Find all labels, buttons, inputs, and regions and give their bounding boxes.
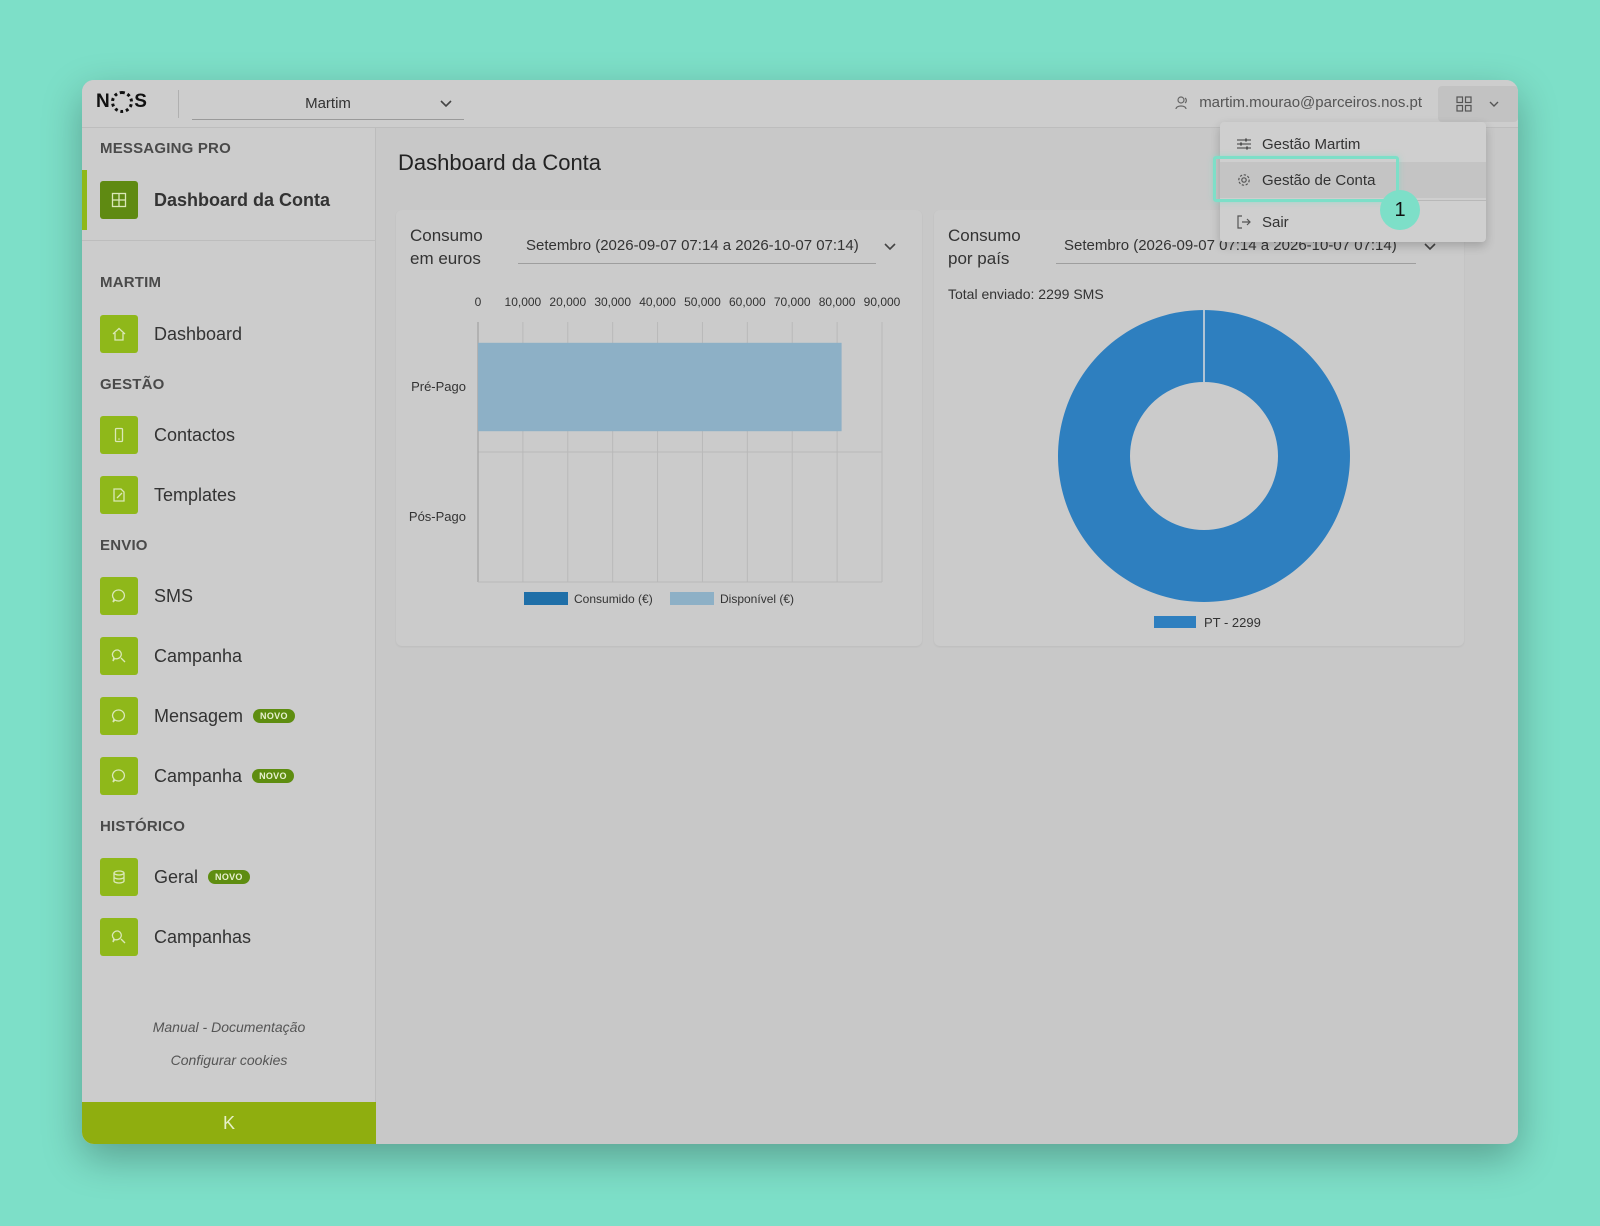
x-tick-label: 30,000 [594, 295, 631, 309]
period-select-value: Setembro (2026-09-07 07:14 a 2026-10-07 … [526, 237, 859, 254]
chevron-down-icon [1489, 101, 1499, 107]
section-messaging-pro: MESSAGING PRO [100, 140, 231, 157]
chat-bubble-icon [100, 757, 138, 795]
sidebar-item-label: SMS [154, 585, 194, 606]
chevron-down-icon [440, 100, 452, 108]
card-consumo-euros: Consumo em euros Setembro (2026-09-07 07… [396, 210, 922, 646]
legend-swatch [524, 592, 568, 605]
legend-label: Consumido (€) [574, 592, 653, 606]
legend-swatch [670, 592, 714, 605]
sidebar-item-geral[interactable]: Geral NOVO [100, 857, 360, 897]
sidebar-item-sms[interactable]: SMS [100, 576, 360, 616]
logout-icon [1237, 215, 1251, 229]
sidebar-item-label: Campanhas [154, 926, 252, 947]
x-tick-label: 10,000 [505, 295, 542, 309]
section-envio: ENVIO [100, 537, 148, 554]
app-window: N S Martim martim.mourao@parceiros.nos.p… [82, 80, 1518, 1144]
card-title: Consumo por país [948, 226, 1021, 268]
legend-swatch [1154, 616, 1196, 628]
new-badge: NOVO [253, 709, 295, 723]
sidebar-item-campanha-novo[interactable]: Campanha NOVO [100, 756, 360, 796]
section-gestao: GESTÃO [100, 376, 165, 393]
menu-item-label: Gestão Martim [1262, 135, 1361, 153]
y-category-label: Pré-Pago [411, 379, 466, 394]
section-historico: HISTÓRICO [100, 818, 186, 835]
highlight-box [1213, 156, 1399, 202]
x-tick-label: 0 [475, 295, 482, 309]
new-badge: NOVO [208, 870, 250, 884]
nos-logo[interactable]: N S [96, 91, 147, 113]
chat-search-icon [100, 918, 138, 956]
x-tick-label: 80,000 [819, 295, 856, 309]
sidebar-item-dashboard-conta[interactable]: Dashboard da Conta [100, 180, 360, 220]
logo-o-icon [111, 91, 134, 113]
menu-item-label: Sair [1262, 213, 1289, 231]
legend-label: PT - 2299 [1204, 615, 1261, 630]
phone-icon [100, 416, 138, 454]
chevron-down-icon [884, 243, 896, 251]
top-bar: N S Martim martim.mourao@parceiros.nos.p… [82, 80, 1518, 128]
x-tick-label: 20,000 [549, 295, 586, 309]
sidebar-item-label: Geral [154, 866, 199, 887]
sidebar-item-label: Contactos [154, 424, 236, 445]
sidebar-item-label: Mensagem [154, 705, 244, 726]
cookies-link[interactable]: Configurar cookies [82, 1052, 376, 1068]
card-consumo-pais: Consumo por país Setembro (2026-09-07 07… [934, 210, 1464, 646]
database-icon [100, 858, 138, 896]
document-edit-icon [100, 476, 138, 514]
new-badge: NOVO [252, 769, 294, 783]
section-martim: MARTIM [100, 274, 162, 291]
logo-letter-n: N [96, 91, 111, 112]
sliders-icon [1237, 138, 1251, 150]
active-indicator [82, 170, 87, 230]
user-info[interactable]: martim.mourao@parceiros.nos.pt [1175, 94, 1422, 111]
x-tick-label: 60,000 [729, 295, 766, 309]
card-title: Consumo em euros [410, 226, 483, 268]
sidebar-item-campanha[interactable]: Campanha [100, 636, 360, 676]
period-select-euros[interactable]: Setembro (2026-09-07 07:14 a 2026-10-07 … [518, 232, 896, 264]
sidebar-item-label: Campanha [154, 765, 243, 786]
account-select-value: Martim [305, 95, 351, 112]
sidebar-item-label: Dashboard da Conta [154, 189, 331, 210]
step-marker: 1 [1380, 190, 1420, 230]
x-tick-label: 40,000 [639, 295, 676, 309]
sidebar-item-campanhas[interactable]: Campanhas [100, 917, 360, 957]
sidebar: MESSAGING PRO Dashboard da Conta MARTIM … [82, 128, 376, 1144]
sidebar-item-dashboard[interactable]: Dashboard [100, 314, 360, 354]
x-tick-label: 90,000 [864, 295, 901, 309]
user-email: martim.mourao@parceiros.nos.pt [1199, 94, 1422, 111]
dashboard-grid-icon [100, 181, 138, 219]
chat-search-icon [100, 637, 138, 675]
x-tick-label: 70,000 [774, 295, 811, 309]
bar-chart: 0 10,000 20,000 30,000 40,000 50,000 60,000 70,… [409, 295, 901, 606]
x-tick-label: 50,000 [684, 295, 721, 309]
grid-icon [1456, 96, 1472, 112]
sidebar-item-label: Campanha [154, 645, 243, 666]
sidebar-item-contactos[interactable]: Contactos [100, 415, 360, 455]
divider [178, 90, 179, 118]
collapse-icon: K [222, 1112, 235, 1133]
logo-letter-s: S [134, 91, 148, 112]
apps-menu-button[interactable] [1438, 86, 1518, 122]
legend-label: Disponível (€) [720, 592, 794, 606]
user-icon [1175, 95, 1188, 109]
menu-item-sair[interactable]: Sair [1220, 204, 1486, 240]
home-icon [100, 315, 138, 353]
total-sent: Total enviado: 2299 SMS [948, 286, 1104, 302]
page-title: Dashboard da Conta [398, 150, 602, 175]
bar-prpago-1 [478, 342, 842, 432]
account-select[interactable]: Martim [192, 88, 464, 120]
divider [82, 240, 376, 241]
chat-bubble-icon [100, 577, 138, 615]
y-category-label: Pós-Pago [409, 509, 466, 524]
sidebar-item-templates[interactable]: Templates [100, 475, 360, 515]
collapse-sidebar-button[interactable]: K [82, 1102, 376, 1144]
sidebar-item-mensagem[interactable]: Mensagem NOVO [100, 696, 360, 736]
sidebar-item-label: Dashboard [154, 323, 243, 344]
chat-bubble-icon [100, 697, 138, 735]
donut-chart: PT - 2299 [1057, 310, 1350, 630]
sidebar-item-label: Templates [154, 484, 237, 505]
manual-link[interactable]: Manual - Documentação [82, 1019, 376, 1035]
